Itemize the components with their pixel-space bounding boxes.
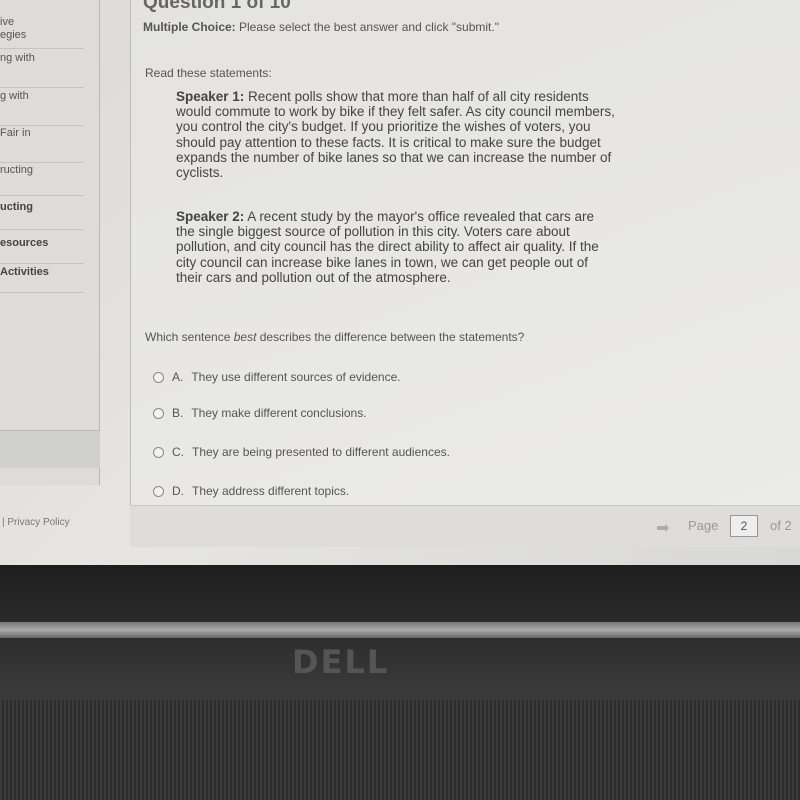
question-title: Question 1 of 10: [143, 0, 291, 13]
option-b[interactable]: B. They make different conclusions.: [153, 406, 367, 420]
radio-button[interactable]: [153, 407, 164, 419]
radio-button[interactable]: [153, 371, 164, 383]
privacy-policy-link[interactable]: | Privacy Policy: [2, 517, 70, 528]
option-text: They address different topics.: [192, 484, 350, 498]
option-c[interactable]: C. They are being presented to different …: [153, 445, 450, 459]
sidebar-scroll-button[interactable]: [0, 430, 100, 468]
sidebar-item[interactable]: ructing: [0, 164, 84, 196]
sidebar-item[interactable]: ucting: [0, 201, 84, 230]
sidebar-item[interactable]: Activities: [0, 266, 84, 293]
page-number-input[interactable]: 2: [730, 515, 758, 537]
option-letter: A.: [172, 370, 184, 384]
page-label: Page: [688, 518, 719, 533]
sidebar-item[interactable]: g with: [0, 90, 84, 126]
option-text: They are being presented to different au…: [192, 445, 450, 459]
page-total: of 2: [770, 518, 792, 533]
speaker-label: Speaker 1:: [176, 89, 245, 104]
speaker-2-statement: Speaker 2: A recent study by the mayor's…: [176, 209, 616, 285]
dell-logo: DELL: [292, 643, 390, 681]
option-text: They use different sources of evidence.: [191, 370, 401, 384]
question-emphasis: best: [233, 330, 257, 344]
instruction-text: Please select the best answer and click …: [235, 20, 499, 34]
sidebar-item[interactable]: Fair in: [0, 127, 84, 163]
pager-bar: ➡ Page 2 of 2: [130, 505, 800, 547]
option-letter: C.: [172, 445, 184, 459]
next-arrow-icon[interactable]: ➡: [656, 518, 669, 538]
screen: ive egies ng with g with Fair in ructing…: [0, 0, 800, 565]
option-letter: B.: [172, 406, 184, 420]
instruction-label: Multiple Choice:: [143, 20, 236, 34]
radio-button[interactable]: [153, 446, 164, 458]
question-pre: Which sentence: [145, 330, 234, 344]
instructions: Multiple Choice: Please select the best …: [143, 20, 499, 34]
question-post: describes the difference between the sta…: [256, 330, 525, 344]
option-letter: D.: [172, 484, 184, 498]
sidebar-item[interactable]: esources: [0, 237, 84, 264]
question-text: Which sentence best describes the differ…: [145, 330, 524, 344]
speaker-1-statement: Speaker 1: Recent polls show that more t…: [176, 89, 616, 180]
question-panel: Question 1 of 10 Multiple Choice: Please…: [130, 0, 800, 505]
sidebar-item[interactable]: ive egies: [0, 16, 84, 49]
option-d[interactable]: D. They address different topics.: [153, 484, 349, 498]
option-a[interactable]: A. They use different sources of evidence…: [153, 370, 401, 384]
read-prompt: Read these statements:: [145, 66, 272, 80]
option-text: They make different conclusions.: [191, 406, 367, 420]
radio-button[interactable]: [153, 485, 164, 497]
speaker-grill: [0, 700, 800, 800]
speaker-label: Speaker 2:: [176, 209, 245, 224]
sidebar: ive egies ng with g with Fair in ructing…: [0, 0, 100, 485]
monitor-trim: [0, 622, 800, 638]
sidebar-item[interactable]: ng with: [0, 52, 84, 88]
